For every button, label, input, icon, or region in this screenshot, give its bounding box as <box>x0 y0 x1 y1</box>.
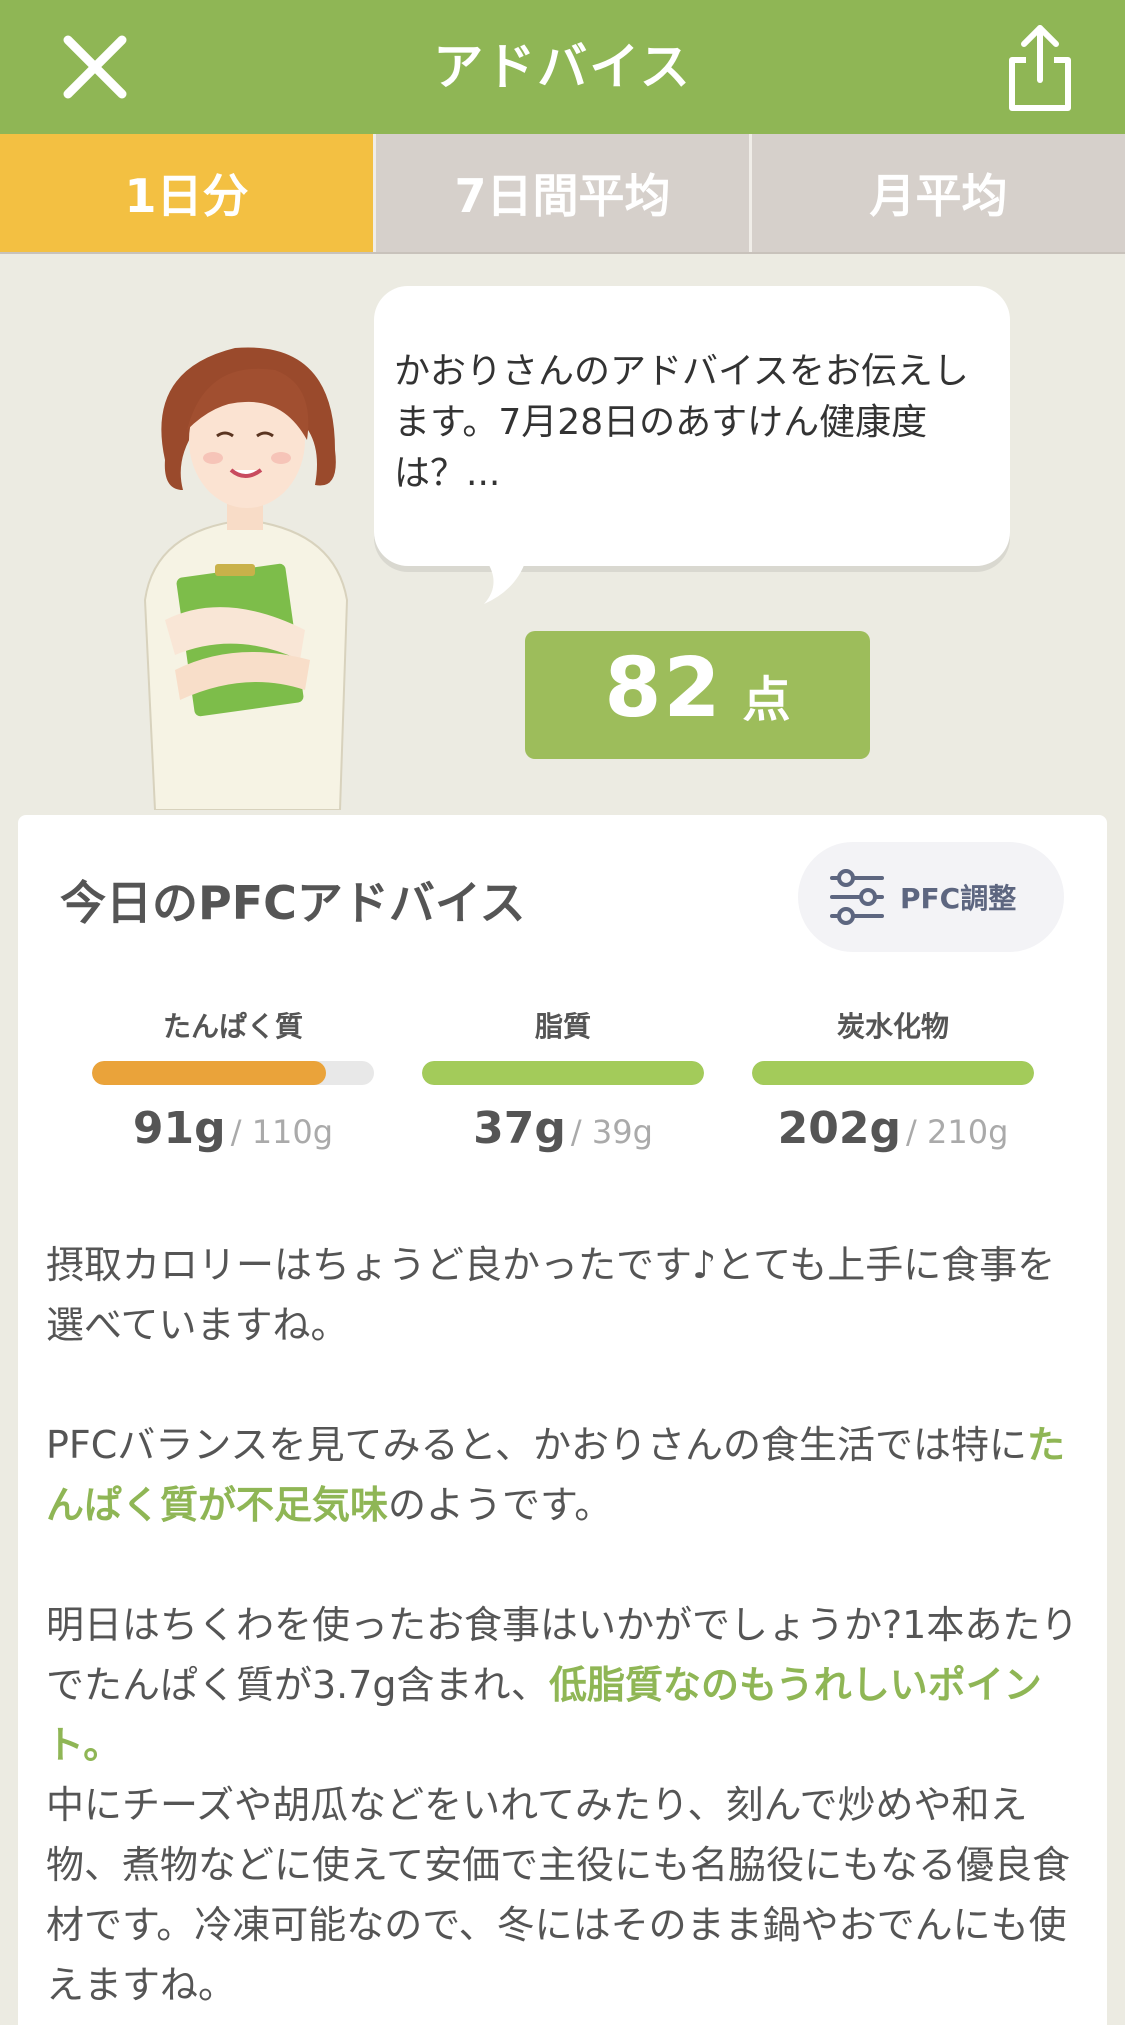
nutrient-target: / 210g <box>906 1113 1009 1151</box>
pfc-adjust-button[interactable]: PFC調整 <box>798 842 1064 952</box>
nutrient-progress-fill <box>752 1061 1034 1085</box>
pfc-card-title: 今日のPFCアドバイス <box>60 876 526 930</box>
nutrient-protein: たんぱく質 91g / 110g <box>92 1005 374 1154</box>
nutrient-actual: 91g <box>132 1103 226 1154</box>
advice-paragraph: 明日はちくわを使ったお食事はいかがでしょうか?1本あたりでたんぱく質が3.7g含… <box>46 1595 1086 1775</box>
advice-message: かおりさんのアドバイスをお伝えします。7月28日のあすけん健康度は？... <box>394 351 969 494</box>
nutrient-actual: 202g <box>777 1103 901 1154</box>
advice-paragraph: 摂取カロリーはちょうど良かったです♪とても上手に食事を選べていますね。 <box>46 1243 1056 1347</box>
speech-bubble-tail <box>484 560 526 604</box>
nutrient-label: 炭水化物 <box>836 1010 949 1043</box>
nutrient-label: 脂質 <box>534 1010 591 1043</box>
nutrient-target: / 39g <box>570 1113 653 1151</box>
advice-paragraph: 中にチーズや胡瓜などをいれてみたり、刻んで炒めや和え物、煮物などに使えて安価で主… <box>46 1783 1071 2007</box>
app-header: アドバイス <box>0 0 1125 134</box>
pfc-adjust-label: PFC調整 <box>900 882 1017 915</box>
tab-7day-average[interactable]: 7日間平均 <box>373 134 749 252</box>
nutrient-progress-fill <box>92 1061 327 1085</box>
pfc-advice-card: 今日のPFCアドバイス PFC調整 たんぱく質 91g / 110g 脂質 37… <box>18 815 1107 2025</box>
health-score-badge: 82 点 <box>525 631 870 759</box>
nutrient-progress-fill <box>422 1061 704 1085</box>
nutrient-actual: 37g <box>473 1103 566 1154</box>
advice-speech-bubble: かおりさんのアドバイスをお伝えします。7月28日のあすけん健康度は？... <box>374 286 1010 566</box>
nutrient-progress-bar <box>422 1061 704 1085</box>
period-tabs: 1日分 7日間平均 月平均 <box>0 134 1125 254</box>
advice-text: PFCバランスを見てみると、かおりさんの食生活では特に <box>46 1423 1028 1467</box>
tab-daily[interactable]: 1日分 <box>0 134 373 252</box>
nutrient-progress-bar <box>92 1061 374 1085</box>
nutrient-target: / 110g <box>230 1113 334 1151</box>
sliders-icon <box>830 869 884 925</box>
advice-body: 摂取カロリーはちょうど良かったです♪とても上手に食事を選べていますね。 PFCバ… <box>46 1235 1086 2015</box>
page-title: アドバイス <box>433 38 692 96</box>
health-score-unit: 点 <box>742 672 791 728</box>
nutrient-fat: 脂質 37g / 39g <box>422 1005 704 1154</box>
nutrient-progress-bar <box>752 1061 1034 1085</box>
nutrient-label: たんぱく質 <box>162 1010 303 1043</box>
advice-paragraph: PFCバランスを見てみると、かおりさんの食生活では特にたんぱく質が不足気味のよう… <box>46 1415 1086 1535</box>
tab-monthly-average[interactable]: 月平均 <box>749 134 1125 252</box>
advice-text: のようです。 <box>388 1483 613 1527</box>
nutrient-carbohydrate: 炭水化物 202g / 210g <box>752 1005 1034 1154</box>
share-icon[interactable] <box>1000 20 1080 116</box>
advisor-illustration <box>143 347 349 810</box>
health-score-value: 82 <box>604 641 723 736</box>
